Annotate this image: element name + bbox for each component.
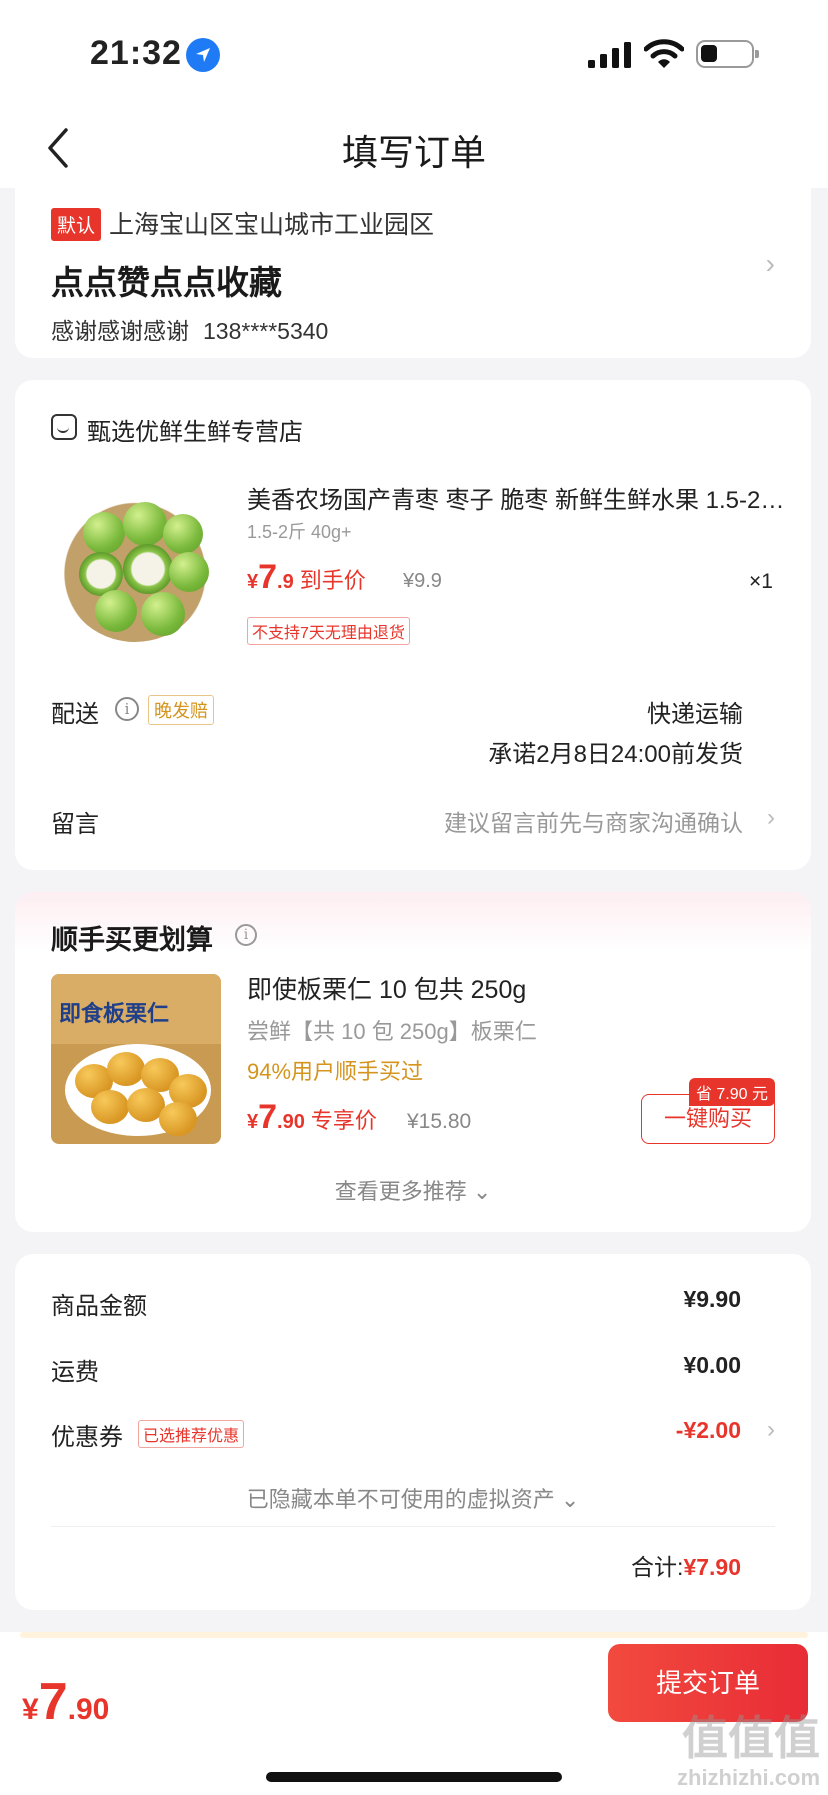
product-image-jujube[interactable] <box>59 490 211 642</box>
bottom-total-price: ¥7.90 <box>22 1672 109 1732</box>
address-card[interactable]: 默认 上海宝山区宝山城市工业园区 点点赞点点收藏 感谢感谢感谢 138****53… <box>15 188 811 358</box>
default-address-badge: 默认 <box>51 208 102 241</box>
price-currency: ¥ <box>247 571 259 593</box>
page-title: 填写订单 <box>341 132 486 173</box>
home-indicator[interactable] <box>266 1772 562 1782</box>
savings-badge: 省 7.90 元 <box>688 1078 775 1106</box>
upsell-original-price: ¥15.80 <box>407 1110 472 1133</box>
watermark-url: zhizhizhi.com <box>677 1765 820 1790</box>
store-icon <box>51 414 77 440</box>
cellular-signal-icon <box>588 42 631 68</box>
store-name[interactable]: 甄选优鲜生鲜专营店 <box>87 412 303 447</box>
price-currency: ¥ <box>22 1693 39 1726</box>
price-decimal: .9 <box>277 571 294 593</box>
product-image-chestnut[interactable]: 即食板栗仁 <box>51 974 221 1144</box>
price-label: 专享价 <box>310 1108 377 1133</box>
info-icon[interactable]: i <box>115 697 139 721</box>
shipping-promise: 承诺2月8日24:00前发货 <box>488 741 743 768</box>
price-label: 到手价 <box>299 568 366 593</box>
store-card: 甄选优鲜生鲜专营店 美香农场国产青枣 枣子 脆枣 新鲜生鲜水果 1.5-2斤 4… <box>15 380 811 870</box>
price-integer: 7 <box>258 1098 278 1136</box>
hidden-assets-label: 已隐藏本单不可使用的虚拟资产 <box>246 1487 555 1512</box>
more-recommendations-label: 查看更多推荐 <box>334 1179 467 1204</box>
coupon-badge: 已选推荐优惠 <box>138 1420 245 1448</box>
wifi-icon <box>644 39 684 68</box>
divider <box>51 1526 775 1527</box>
location-arrow-icon <box>186 38 220 72</box>
product-spec: 1.5-2斤 40g+ <box>247 522 352 542</box>
quantity: ×1 <box>749 570 773 593</box>
price-decimal: .90 <box>67 1693 110 1726</box>
contact-info: 感谢感谢感谢 138****5340 <box>51 312 342 346</box>
battery-icon <box>696 40 759 68</box>
original-price: ¥9.9 <box>403 570 442 592</box>
freight-label: 运费 <box>51 1359 99 1386</box>
note-input[interactable]: 建议留言前先与商家沟通确认 <box>444 804 743 838</box>
total-value: ¥7.90 <box>683 1554 741 1580</box>
hidden-assets-toggle[interactable]: 已隐藏本单不可使用的虚拟资产 ⌄ <box>15 1482 811 1514</box>
coupon-label[interactable]: 优惠券 <box>51 1417 123 1452</box>
product-price: ¥7.9 到手价 <box>247 558 366 597</box>
more-recommendations-link[interactable]: 查看更多推荐 ⌄ <box>15 1174 811 1206</box>
note-label: 留言 <box>51 811 99 838</box>
watermark: 值值值 zhizhizhi.com <box>677 1712 820 1792</box>
info-icon[interactable]: i <box>235 924 257 946</box>
freight-value: ¥0.00 <box>683 1352 741 1378</box>
coupon-value[interactable]: -¥2.00 <box>676 1417 741 1444</box>
no-return-tag: 不支持7天无理由退货 <box>247 617 410 645</box>
chevron-down-icon: ⌄ <box>472 1179 492 1204</box>
total-line: 合计:¥7.90 <box>631 1548 741 1582</box>
price-integer: 7 <box>258 558 278 596</box>
price-decimal: .90 <box>277 1111 305 1133</box>
upsell-card: 顺手买更划算 i 即食板栗仁 即使板栗仁 10 包共 250g 尝鲜【共 10 … <box>15 892 811 1232</box>
bottom-tint <box>20 1632 808 1638</box>
nav-bar: 填写订单 <box>0 110 828 188</box>
goods-amount-value: ¥9.90 <box>683 1286 741 1312</box>
upsell-price: ¥7.90 专享价 <box>247 1098 377 1137</box>
chestnut-image-label: 即食板栗仁 <box>59 1001 170 1027</box>
price-integer: 7 <box>38 1673 68 1731</box>
total-label: 合计: <box>631 1554 684 1580</box>
watermark-logo: 值值值 <box>682 1712 820 1764</box>
late-compensation-badge: 晚发赔 <box>148 695 214 725</box>
chevron-right-icon: › <box>765 248 775 279</box>
recipient-phone: 138****5340 <box>203 318 329 344</box>
delivery-label: 配送 <box>51 701 99 728</box>
upsell-title: 顺手买更划算 <box>51 925 213 955</box>
address-line: 上海宝山区宝山城市工业园区 <box>109 211 435 239</box>
goods-amount-label: 商品金额 <box>51 1293 147 1320</box>
address-detail: 点点赞点点收藏 <box>51 264 282 301</box>
product-title[interactable]: 美香农场国产青枣 枣子 脆枣 新鲜生鲜水果 1.5-2斤 40g+ <box>247 480 787 515</box>
shipping-method: 快递运输 <box>647 701 743 728</box>
status-time: 21:32 <box>90 34 182 72</box>
status-bar: 21:32 <box>0 0 828 110</box>
submit-order-button[interactable]: 提交订单 <box>608 1644 808 1722</box>
order-summary-card: 商品金额 ¥9.90 运费 ¥0.00 优惠券 已选推荐优惠 -¥2.00 › … <box>15 1254 811 1610</box>
upsell-purchase-stat: 94%用户顺手买过 <box>247 1059 424 1084</box>
chevron-right-icon: › <box>767 804 775 831</box>
upsell-product-name[interactable]: 即使板栗仁 10 包共 250g <box>247 970 526 1006</box>
recipient-name: 感谢感谢感谢 <box>51 318 189 344</box>
upsell-product-desc: 尝鲜【共 10 包 250g】板栗仁 <box>247 1019 537 1044</box>
price-currency: ¥ <box>247 1111 259 1133</box>
chevron-down-icon: ⌄ <box>560 1487 580 1512</box>
chevron-right-icon: › <box>767 1416 775 1443</box>
